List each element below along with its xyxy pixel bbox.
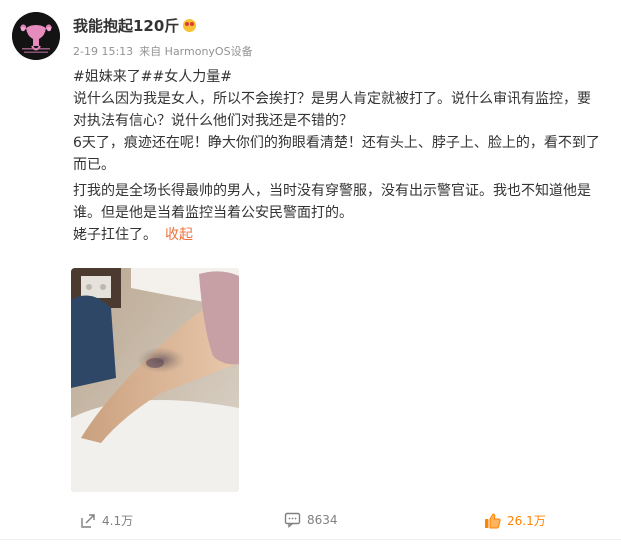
avatar[interactable] <box>12 12 60 60</box>
username[interactable]: 我能抱起120斤 <box>73 15 197 36</box>
hashtags[interactable]: #姐妹来了##女人力量# <box>73 66 603 88</box>
bottom-divider <box>0 539 621 540</box>
post-content: #姐妹来了##女人力量# 说什么因为我是女人，所以不会挨打？是男人肯定就被打了。… <box>73 66 603 246</box>
action-bar: 4.1万 8634 26.1万 <box>0 500 621 540</box>
bruised-arm-photo <box>71 268 239 492</box>
comment-button[interactable]: 8634 <box>284 512 338 528</box>
uterus-logo-icon <box>12 12 60 60</box>
collapse-link[interactable]: 收起 <box>165 227 193 243</box>
post-photo[interactable] <box>71 268 239 492</box>
post-line-2: 6天了，痕迹还在呢！睁大你们的狗眼看清楚！还有头上、脖子上、脸上的，看不到了而已… <box>73 135 600 173</box>
post-meta: 2-19 15:13 来自 HarmonyOS设备 <box>73 43 259 59</box>
repost-count: 4.1万 <box>102 514 134 528</box>
share-icon <box>81 513 95 528</box>
comment-icon <box>284 512 301 528</box>
post-line-4: 姥子扛住了。 <box>73 227 157 243</box>
heart-eyes-emoji-icon <box>183 19 197 32</box>
like-button[interactable]: 26.1万 <box>484 512 546 529</box>
thumbs-up-icon <box>485 512 501 528</box>
like-count: 26.1万 <box>507 514 546 528</box>
post-time[interactable]: 2-19 15:13 <box>73 45 133 58</box>
comment-count: 8634 <box>307 513 338 527</box>
post-source: 来自 HarmonyOS设备 <box>139 45 253 58</box>
post-line-4-row: 姥子扛住了。 收起 <box>73 224 603 246</box>
post-line-1: 说什么因为我是女人，所以不会挨打？是男人肯定就被打了。说什么审讯有监控，要对执法… <box>73 91 591 129</box>
repost-button[interactable]: 4.1万 <box>80 512 133 529</box>
post-line-3: 打我的是全场长得最帅的男人，当时没有穿警服，没有出示警官证。我也不知道他是谁。但… <box>73 183 591 221</box>
username-text[interactable]: 我能抱起120斤 <box>73 17 179 35</box>
